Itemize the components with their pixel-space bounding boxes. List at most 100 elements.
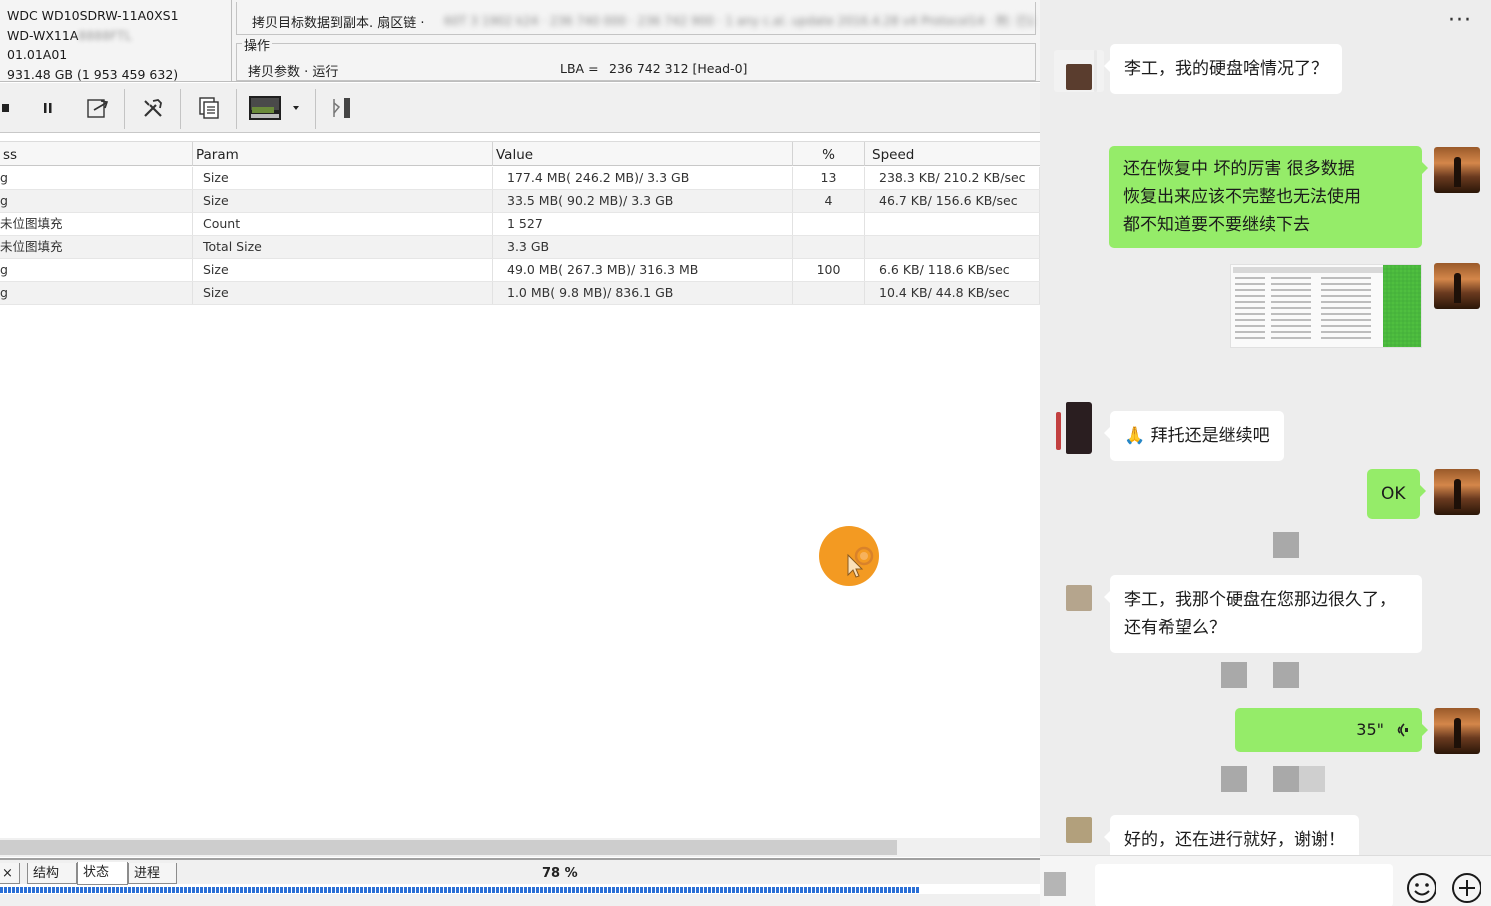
emoji-icon — [1407, 873, 1436, 903]
device-model: WDC WD10SDRW-11A0XS1 — [7, 8, 179, 23]
toolbar-separator — [236, 89, 237, 129]
message-line: 还在恢复中 坏的厉害 很多数据 — [1123, 159, 1355, 179]
column-header-param[interactable]: Param — [193, 142, 493, 166]
table-row[interactable]: 未位图填充 Total Size 3.3 GB — [0, 236, 1040, 259]
image-dropdown-icon — [249, 96, 299, 120]
pixel-mask — [1273, 662, 1299, 688]
table-cell-process: g — [0, 167, 193, 189]
table-cell-param: Total Size — [193, 236, 493, 258]
copy-pages-button[interactable] — [193, 93, 225, 123]
contact-avatar[interactable] — [1054, 50, 1104, 92]
progress-bar — [0, 886, 1040, 894]
add-attachment-button[interactable] — [1451, 873, 1481, 903]
self-avatar[interactable] — [1434, 263, 1480, 309]
message-line: 都不知道要不要继续下去 — [1123, 215, 1310, 235]
task-description: 拷贝目标数据到副本. 扇区链 · — [252, 16, 425, 31]
table-cell-value: 33.5 MB( 90.2 MB)/ 3.3 GB — [493, 190, 793, 212]
contact-avatar[interactable] — [1054, 815, 1100, 855]
message-line: 李工，我那个硬盘在您那边很久了， — [1124, 590, 1396, 610]
table-cell-speed — [865, 236, 1040, 258]
contact-avatar[interactable] — [1054, 583, 1100, 613]
voice-wave-icon — [1397, 723, 1408, 737]
horizontal-scrollbar[interactable] — [0, 838, 1040, 857]
table-cell-speed — [865, 213, 1040, 235]
table-cell-value: 49.0 MB( 267.3 MB)/ 316.3 MB — [493, 259, 793, 281]
tools-button[interactable] — [137, 93, 169, 123]
column-header-process[interactable]: ss — [0, 142, 193, 166]
table-cell-speed: 238.3 KB/ 210.2 KB/sec — [865, 167, 1040, 189]
more-options-button[interactable]: ··· — [1448, 8, 1472, 33]
operation-status: 拷贝参数 · 运行 — [248, 65, 339, 80]
device-firmware: 01.01A01 — [7, 47, 68, 62]
table-cell-process: 未位图填充 — [0, 213, 193, 235]
table-cell-process: g — [0, 282, 193, 304]
self-avatar[interactable] — [1434, 708, 1480, 754]
task-panel: 拷贝目标数据到副本. 扇区链 · 60T 3 1902 k24 · 236 74… — [232, 0, 1040, 82]
table-row[interactable]: g Size 1.0 MB( 9.8 MB)/ 836.1 GB 10.4 KB/ 4… — [0, 282, 1040, 305]
table-cell-value: 3.3 GB — [493, 236, 793, 258]
close-tab-button[interactable]: × — [0, 863, 20, 884]
self-avatar[interactable] — [1434, 147, 1480, 193]
progress-bar-fill — [0, 887, 921, 893]
table-cell-param: Size — [193, 282, 493, 304]
plus-icon — [1452, 873, 1481, 903]
lba-label: LBA = — [560, 61, 599, 76]
table-row[interactable]: g Size 49.0 MB( 267.3 MB)/ 316.3 MB 100 6.6 … — [0, 259, 1040, 282]
voice-message-bubble[interactable]: 35" — [1235, 708, 1428, 752]
pixel-mask — [1299, 766, 1325, 792]
pixel-mask — [1221, 766, 1247, 792]
image-dropdown-button[interactable] — [248, 93, 306, 123]
column-header-speed[interactable]: Speed — [865, 142, 1040, 166]
table-row[interactable]: 未位图填充 Count 1 527 — [0, 213, 1040, 236]
message-bubble-incoming[interactable]: 李工，我的硬盘啥情况了？ — [1104, 44, 1342, 94]
self-avatar[interactable] — [1434, 469, 1480, 515]
table-cell-process: g — [0, 259, 193, 281]
table-cell-param: Size — [193, 167, 493, 189]
mouse-cursor-highlight — [819, 526, 879, 586]
image-preview-icon — [1231, 265, 1421, 347]
table-cell-process: 未位图填充 — [0, 236, 193, 258]
bottom-tab-bar: × 结构 状态 进程 78 % — [0, 858, 1040, 885]
message-bubble-incoming[interactable]: 🙏 拜托还是继续吧 — [1104, 411, 1284, 461]
toolbar-separator — [124, 89, 125, 129]
table-cell-speed: 46.7 KB/ 156.6 KB/sec — [865, 190, 1040, 212]
screenshot-image-message[interactable] — [1230, 264, 1422, 348]
pixel-mask — [1221, 662, 1247, 688]
table-row[interactable]: g Size 33.5 MB( 90.2 MB)/ 3.3 GB 4 46.7 KB/ … — [0, 190, 1040, 213]
table-cell-value: 1.0 MB( 9.8 MB)/ 836.1 GB — [493, 282, 793, 304]
table-cell-percent — [793, 213, 865, 235]
column-header-value[interactable]: Value — [493, 142, 793, 166]
table-cell-value: 177.4 MB( 246.2 MB)/ 3.3 GB — [493, 167, 793, 189]
map-button[interactable] — [326, 93, 356, 123]
export-button[interactable] — [82, 93, 114, 123]
message-bubble-outgoing[interactable]: OK — [1367, 469, 1426, 519]
map-icon — [333, 98, 350, 118]
voice-toggle-button[interactable] — [1044, 872, 1066, 896]
stop-button[interactable] — [0, 93, 12, 123]
table-cell-percent — [793, 236, 865, 258]
emoji-button[interactable] — [1406, 873, 1436, 903]
chat-input-bar — [1040, 855, 1491, 906]
message-input[interactable] — [1095, 864, 1393, 906]
scrollbar-thumb[interactable] — [0, 840, 897, 855]
cursor-arrow-icon — [847, 546, 874, 578]
column-header-percent[interactable]: % — [793, 142, 865, 166]
table-cell-param: Size — [193, 259, 493, 281]
table-cell-process: g — [0, 190, 193, 212]
copy-pages-icon — [199, 97, 219, 119]
tab-structure[interactable]: 结构 — [27, 863, 77, 884]
toolbar — [0, 83, 1040, 133]
contact-avatar[interactable] — [1054, 402, 1092, 454]
voice-duration: 35" — [1356, 720, 1384, 739]
pause-button[interactable] — [34, 93, 62, 123]
export-icon — [87, 99, 109, 118]
message-bubble-outgoing[interactable]: 还在恢复中 坏的厉害 很多数据 恢复出来应该不完整也无法使用 都不知道要不要继续… — [1109, 146, 1428, 248]
message-bubble-incoming[interactable]: 李工，我那个硬盘在您那边很久了， 还有希望么？ — [1104, 575, 1422, 653]
table-cell-param: Size — [193, 190, 493, 212]
process-table: ss Param Value % Speed g Size 177.4 MB( 24… — [0, 141, 1040, 841]
message-line: 恢复出来应该不完整也无法使用 — [1123, 187, 1361, 207]
table-row[interactable]: g Size 177.4 MB( 246.2 MB)/ 3.3 GB 13 238.3 … — [0, 167, 1040, 190]
pause-icon — [44, 103, 52, 113]
tab-status[interactable]: 状态 — [77, 862, 128, 885]
tab-process[interactable]: 进程 — [128, 863, 177, 884]
